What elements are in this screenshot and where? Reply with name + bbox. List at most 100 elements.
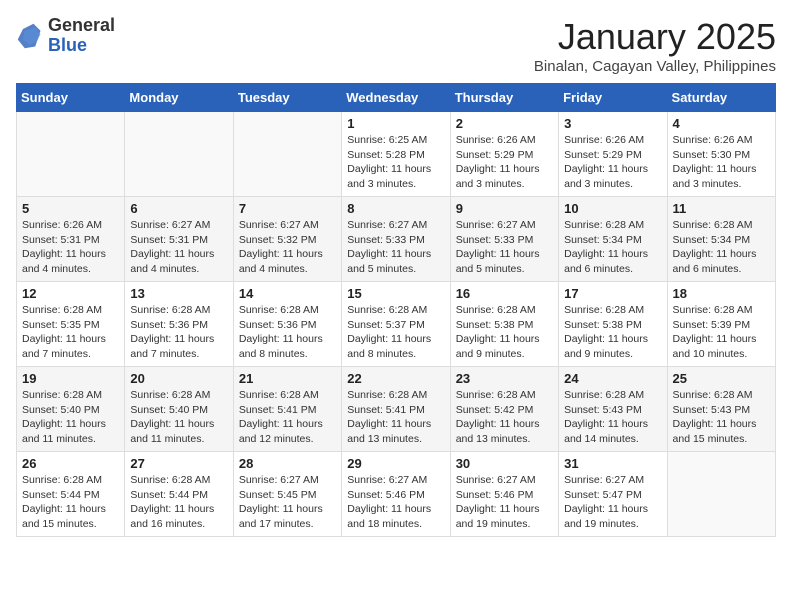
calendar-cell (125, 112, 233, 197)
day-info: Sunrise: 6:28 AM Sunset: 5:42 PM Dayligh… (456, 388, 553, 447)
day-number: 19 (22, 371, 119, 386)
day-number: 2 (456, 116, 553, 131)
day-number: 20 (130, 371, 227, 386)
day-info: Sunrise: 6:28 AM Sunset: 5:35 PM Dayligh… (22, 303, 119, 362)
day-number: 29 (347, 456, 444, 471)
day-number: 6 (130, 201, 227, 216)
weekday-header-saturday: Saturday (667, 84, 775, 112)
day-number: 27 (130, 456, 227, 471)
logo-text: General Blue (48, 16, 115, 56)
day-info: Sunrise: 6:27 AM Sunset: 5:31 PM Dayligh… (130, 218, 227, 277)
calendar-cell: 9Sunrise: 6:27 AM Sunset: 5:33 PM Daylig… (450, 197, 558, 282)
calendar-cell: 3Sunrise: 6:26 AM Sunset: 5:29 PM Daylig… (559, 112, 667, 197)
logo-general-text: General (48, 16, 115, 36)
day-number: 9 (456, 201, 553, 216)
day-info: Sunrise: 6:28 AM Sunset: 5:41 PM Dayligh… (347, 388, 444, 447)
calendar-cell (667, 452, 775, 537)
day-number: 10 (564, 201, 661, 216)
day-number: 30 (456, 456, 553, 471)
calendar-week-3: 12 Sunrise: 6:28 AM Sunset: 5:35 PM Dayli… (17, 282, 776, 367)
day-number: 21 (239, 371, 336, 386)
calendar-week-1: 1Sunrise: 6:25 AM Sunset: 5:28 PM Daylig… (17, 112, 776, 197)
calendar-cell: 31 Sunrise: 6:27 AM Sunset: 5:47 PM Dayli… (559, 452, 667, 537)
day-info: Sunrise: 6:28 AM Sunset: 5:37 PM Dayligh… (347, 303, 444, 362)
day-info: Sunrise: 6:27 AM Sunset: 5:47 PM Dayligh… (564, 473, 661, 532)
calendar-cell: 28 Sunrise: 6:27 AM Sunset: 5:45 PM Dayli… (233, 452, 341, 537)
calendar-cell: 19 Sunrise: 6:28 AM Sunset: 5:40 PM Dayli… (17, 367, 125, 452)
calendar-cell: 14Sunrise: 6:28 AM Sunset: 5:36 PM Dayli… (233, 282, 341, 367)
day-number: 7 (239, 201, 336, 216)
calendar-week-4: 19 Sunrise: 6:28 AM Sunset: 5:40 PM Dayli… (17, 367, 776, 452)
day-number: 3 (564, 116, 661, 131)
calendar-cell: 27 Sunrise: 6:28 AM Sunset: 5:44 PM Dayli… (125, 452, 233, 537)
day-number: 4 (673, 116, 770, 131)
day-info: Sunrise: 6:28 AM Sunset: 5:34 PM Dayligh… (673, 218, 770, 277)
calendar-cell: 21 Sunrise: 6:28 AM Sunset: 5:41 PM Dayli… (233, 367, 341, 452)
calendar-title: January 2025 (534, 16, 776, 58)
calendar-table: SundayMondayTuesdayWednesdayThursdayFrid… (16, 83, 776, 537)
calendar-cell: 2 Sunrise: 6:26 AM Sunset: 5:29 PM Daylig… (450, 112, 558, 197)
day-number: 26 (22, 456, 119, 471)
calendar-cell: 17Sunrise: 6:28 AM Sunset: 5:38 PM Dayli… (559, 282, 667, 367)
day-number: 25 (673, 371, 770, 386)
calendar-cell: 29 Sunrise: 6:27 AM Sunset: 5:46 PM Dayli… (342, 452, 450, 537)
day-info: Sunrise: 6:27 AM Sunset: 5:45 PM Dayligh… (239, 473, 336, 532)
calendar-cell: 25 Sunrise: 6:28 AM Sunset: 5:43 PM Dayli… (667, 367, 775, 452)
weekday-header-wednesday: Wednesday (342, 84, 450, 112)
calendar-cell: 15Sunrise: 6:28 AM Sunset: 5:37 PM Dayli… (342, 282, 450, 367)
day-number: 16 (456, 286, 553, 301)
calendar-cell: 16 Sunrise: 6:28 AM Sunset: 5:38 PM Dayli… (450, 282, 558, 367)
day-info: Sunrise: 6:26 AM Sunset: 5:29 PM Dayligh… (456, 133, 553, 192)
day-info: Sunrise: 6:27 AM Sunset: 5:46 PM Dayligh… (347, 473, 444, 532)
calendar-week-5: 26 Sunrise: 6:28 AM Sunset: 5:44 PM Dayli… (17, 452, 776, 537)
day-number: 31 (564, 456, 661, 471)
calendar-cell: 18Sunrise: 6:28 AM Sunset: 5:39 PM Dayli… (667, 282, 775, 367)
calendar-cell: 24Sunrise: 6:28 AM Sunset: 5:43 PM Dayli… (559, 367, 667, 452)
calendar-cell: 1Sunrise: 6:25 AM Sunset: 5:28 PM Daylig… (342, 112, 450, 197)
day-info: Sunrise: 6:26 AM Sunset: 5:30 PM Dayligh… (673, 133, 770, 192)
page-header: General Blue January 2025 Binalan, Cagay… (16, 16, 776, 75)
calendar-cell: 8Sunrise: 6:27 AM Sunset: 5:33 PM Daylig… (342, 197, 450, 282)
calendar-body: 1Sunrise: 6:25 AM Sunset: 5:28 PM Daylig… (17, 112, 776, 537)
day-number: 23 (456, 371, 553, 386)
day-number: 22 (347, 371, 444, 386)
day-info: Sunrise: 6:28 AM Sunset: 5:41 PM Dayligh… (239, 388, 336, 447)
day-number: 12 (22, 286, 119, 301)
day-info: Sunrise: 6:28 AM Sunset: 5:44 PM Dayligh… (130, 473, 227, 532)
day-info: Sunrise: 6:28 AM Sunset: 5:38 PM Dayligh… (456, 303, 553, 362)
day-info: Sunrise: 6:28 AM Sunset: 5:34 PM Dayligh… (564, 218, 661, 277)
calendar-cell: 6 Sunrise: 6:27 AM Sunset: 5:31 PM Daylig… (125, 197, 233, 282)
calendar-cell: 5Sunrise: 6:26 AM Sunset: 5:31 PM Daylig… (17, 197, 125, 282)
calendar-cell: 26 Sunrise: 6:28 AM Sunset: 5:44 PM Dayli… (17, 452, 125, 537)
day-info: Sunrise: 6:28 AM Sunset: 5:44 PM Dayligh… (22, 473, 119, 532)
calendar-week-2: 5Sunrise: 6:26 AM Sunset: 5:31 PM Daylig… (17, 197, 776, 282)
day-number: 11 (673, 201, 770, 216)
calendar-cell: 4 Sunrise: 6:26 AM Sunset: 5:30 PM Daylig… (667, 112, 775, 197)
day-number: 28 (239, 456, 336, 471)
day-info: Sunrise: 6:27 AM Sunset: 5:32 PM Dayligh… (239, 218, 336, 277)
day-info: Sunrise: 6:28 AM Sunset: 5:36 PM Dayligh… (239, 303, 336, 362)
logo-blue-text: Blue (48, 36, 115, 56)
day-info: Sunrise: 6:27 AM Sunset: 5:33 PM Dayligh… (347, 218, 444, 277)
weekday-header-friday: Friday (559, 84, 667, 112)
day-number: 13 (130, 286, 227, 301)
calendar-cell: 30Sunrise: 6:27 AM Sunset: 5:46 PM Dayli… (450, 452, 558, 537)
day-info: Sunrise: 6:25 AM Sunset: 5:28 PM Dayligh… (347, 133, 444, 192)
calendar-cell: 23 Sunrise: 6:28 AM Sunset: 5:42 PM Dayli… (450, 367, 558, 452)
day-info: Sunrise: 6:28 AM Sunset: 5:43 PM Dayligh… (673, 388, 770, 447)
calendar-location: Binalan, Cagayan Valley, Philippines (534, 58, 776, 75)
day-number: 17 (564, 286, 661, 301)
calendar-cell: 13Sunrise: 6:28 AM Sunset: 5:36 PM Dayli… (125, 282, 233, 367)
logo: General Blue (16, 16, 115, 56)
day-info: Sunrise: 6:28 AM Sunset: 5:39 PM Dayligh… (673, 303, 770, 362)
weekday-header-tuesday: Tuesday (233, 84, 341, 112)
day-number: 5 (22, 201, 119, 216)
day-info: Sunrise: 6:28 AM Sunset: 5:43 PM Dayligh… (564, 388, 661, 447)
weekday-row: SundayMondayTuesdayWednesdayThursdayFrid… (17, 84, 776, 112)
day-info: Sunrise: 6:28 AM Sunset: 5:40 PM Dayligh… (22, 388, 119, 447)
calendar-cell: 10 Sunrise: 6:28 AM Sunset: 5:34 PM Dayli… (559, 197, 667, 282)
title-block: January 2025 Binalan, Cagayan Valley, Ph… (534, 16, 776, 75)
calendar-cell: 22 Sunrise: 6:28 AM Sunset: 5:41 PM Dayli… (342, 367, 450, 452)
weekday-header-thursday: Thursday (450, 84, 558, 112)
calendar-cell: 11 Sunrise: 6:28 AM Sunset: 5:34 PM Dayli… (667, 197, 775, 282)
